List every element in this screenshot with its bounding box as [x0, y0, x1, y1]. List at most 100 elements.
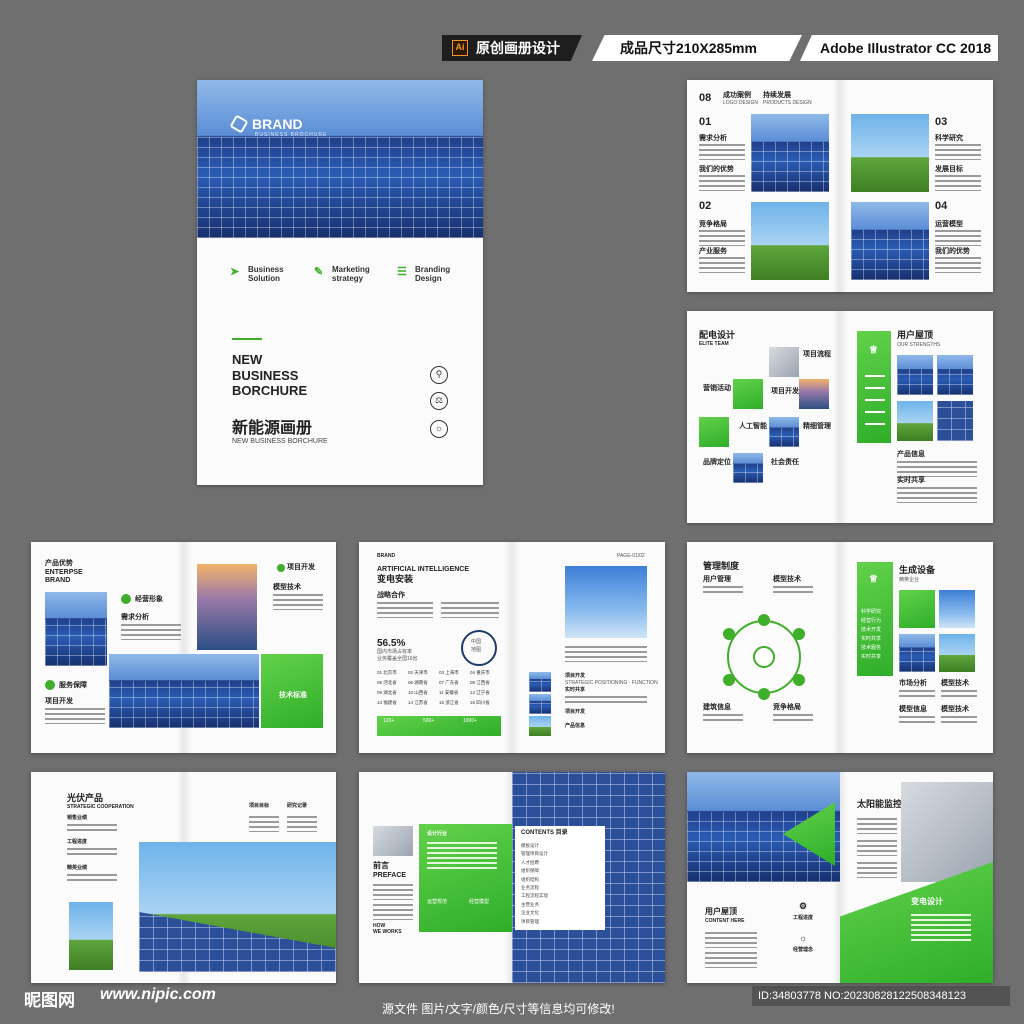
green-dot-icon [121, 594, 131, 604]
photo-charger [373, 826, 413, 856]
contents-item: 业务流程 [521, 885, 539, 891]
text-lines [373, 904, 413, 920]
label: 用户管理 [703, 576, 731, 583]
contents-title: CONTENTS 目录 [521, 830, 568, 836]
right-label: 模型信息 [899, 706, 927, 713]
cover-brand-sub: BUSINESS BROCHURE [255, 132, 328, 138]
text-lines [249, 816, 279, 832]
panel-lines [865, 375, 885, 427]
cover-item-line1: Business [248, 265, 284, 274]
node-icon [758, 688, 770, 700]
right-subtitle: OUR STRENGTHS [897, 342, 941, 348]
right-title: 用户屋顶 [897, 330, 934, 340]
cover-accent-rule [232, 338, 262, 340]
spread-fold [833, 311, 847, 523]
cover-item-marketing: ✎ Marketing strategy [314, 265, 370, 284]
city-item: 08 江西省 [470, 680, 490, 685]
label: 技术标准 [279, 692, 307, 699]
text-lines [773, 586, 813, 596]
green-list-item: 实时共享 [861, 654, 882, 660]
label: 经营形象 [135, 596, 163, 603]
node-icon [793, 628, 805, 640]
section-title: 战略合作 [377, 592, 405, 599]
label: 精英业绩 [67, 865, 88, 871]
photo-grid [939, 590, 975, 628]
cover-title-line: BUSINESS [232, 367, 299, 383]
text-lines [857, 862, 897, 878]
text-lines [67, 848, 117, 858]
stats-value: 500+ [423, 718, 435, 724]
text-lines [857, 818, 897, 834]
text-lines [565, 696, 647, 706]
right-label: 市场分析 [899, 680, 927, 687]
right-title: 生成设备 [899, 565, 936, 575]
photo-engineer [565, 566, 647, 638]
photo-solar [769, 417, 799, 447]
photo-pylon [851, 114, 929, 192]
preface-title-cn: 前言 [373, 861, 389, 870]
photo-pylon-sunset [197, 564, 257, 650]
green-list: 科学研究 经营行为 技术开发 实时共享 技术服务 实时共享 [861, 608, 881, 662]
cover-subtitle: NEW BUSINESS BORCHURE [232, 438, 328, 445]
city-item: 12 辽宁省 [470, 690, 490, 695]
small-label: WE WORKS [373, 929, 402, 935]
label: 销售业绩 [67, 815, 88, 821]
right-label: 模型技术 [941, 706, 969, 713]
small-brand: BRAND [377, 553, 396, 559]
spread-title-en: BRAND [45, 577, 71, 584]
item-number: 01 [699, 116, 712, 128]
contents-item: 人才招聘 [521, 859, 539, 865]
cover-title-line: BORCHURE [232, 383, 308, 399]
text-lines [705, 932, 757, 948]
spread-title-en: ELITE TEAM [699, 341, 729, 347]
contents-item: 主营业务 [521, 901, 539, 907]
spread-fold [833, 80, 847, 292]
text-lines [897, 461, 977, 477]
text-lines [699, 257, 745, 273]
city-grid: 01 北京市 02 天津市 03 上海市 04 重庆市 05 河北省 06 湖南… [377, 670, 501, 706]
photo-thumb [529, 672, 551, 692]
contents-item: 组织结构 [521, 876, 539, 882]
contents-item: 项目管理 [521, 918, 539, 924]
cover-item-line1: Branding [415, 265, 451, 274]
header-tag-original-text: 原创画册设计 [476, 40, 560, 56]
right-label: 项目开发 [565, 673, 586, 679]
item-label: 竞争格局 [699, 221, 727, 228]
pin-icon: ⚲ [430, 366, 448, 384]
cover-item-line2: Solution [248, 273, 280, 283]
item-label: 发展目标 [935, 166, 963, 173]
photo-grid [937, 355, 973, 395]
scale-icon: ⚖ [430, 392, 448, 410]
cover-title-cn: 新能源画册 [232, 420, 313, 437]
cover-brand-text: BRAND [252, 116, 303, 132]
green-list-item: 实时共享 [861, 636, 882, 642]
grid-label: 品牌定位 [703, 459, 731, 466]
right-label: 实时共享 [897, 477, 925, 484]
paper-plane-icon: ➤ [230, 266, 240, 278]
cover-title: NEW BUSINESS BORCHURE [232, 352, 307, 399]
contents-item: 企业文化 [521, 910, 539, 916]
right-subtitle: 精英企业 [899, 577, 920, 583]
label: 建筑信息 [703, 704, 731, 711]
hexagon-logo-icon [229, 114, 249, 134]
cover-brand: BRAND [229, 114, 303, 134]
node-icon [723, 674, 735, 686]
green-list-item: 经营行为 [861, 618, 882, 624]
spread-title: 管理制度 [703, 561, 740, 571]
city-item: 15 浙江省 [439, 700, 459, 705]
percent-desc: 国内市场占有率 [377, 649, 413, 655]
text-lines [273, 594, 323, 610]
photo-sprout [733, 379, 763, 409]
green-tech-block [261, 654, 323, 728]
grid-label: 人工智能 [739, 423, 767, 430]
label: 工程进度 [67, 839, 88, 845]
text-lines [699, 175, 745, 191]
spread-success-cases: 08 成功案例 LOGO DESIGN 持续发展 PRODUCTS DESIGN… [687, 80, 993, 292]
spread-fold [505, 542, 519, 753]
photo-solar-field [109, 654, 259, 728]
photo-grid [899, 634, 935, 672]
right-label: STRATEGIC POSITIONING · FUNCTION [565, 680, 658, 686]
cover-item-business: ➤ Business Solution [230, 265, 284, 284]
spread-pv-products: 光伏产品 STRATEGIC COOPERATION 销售业绩 工程进度 精英业… [31, 772, 336, 983]
green-list-item: 技术服务 [861, 645, 882, 651]
